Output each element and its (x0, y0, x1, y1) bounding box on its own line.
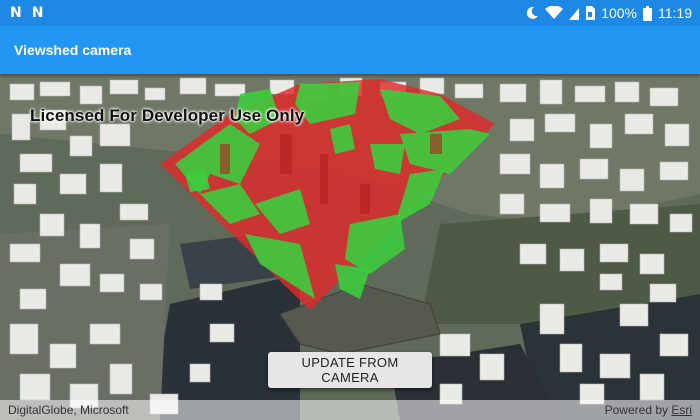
sim-icon (585, 6, 596, 20)
clock: 11:19 (658, 5, 692, 21)
cell-signal-icon (569, 6, 580, 20)
attribution-text: DigitalGlobe, Microsoft (8, 403, 129, 417)
update-from-camera-button[interactable]: UPDATE FROM CAMERA (268, 352, 432, 388)
license-watermark: Licensed For Developer Use Only (30, 106, 305, 125)
app-bar: Viewshed camera (0, 26, 700, 74)
notification-icons: N N (0, 5, 43, 21)
esri-link[interactable]: Esri (671, 403, 692, 417)
battery-icon (643, 5, 652, 21)
powered-by-prefix: Powered by (604, 403, 672, 417)
notification-n-icon: N (31, 5, 44, 21)
attribution-bar: DigitalGlobe, Microsoft Powered by Esri (0, 400, 700, 420)
system-icons: 100% 11:19 (525, 5, 700, 21)
status-bar: N N 100% 11:19 (0, 0, 700, 26)
page-title: Viewshed camera (14, 42, 132, 58)
scene-view[interactable]: Licensed For Developer Use Only UPDATE F… (0, 74, 700, 420)
notification-n-icon: N (10, 5, 22, 21)
powered-by: Powered by Esri (605, 403, 692, 417)
moon-icon (525, 6, 539, 20)
battery-percent: 100% (601, 5, 637, 21)
wifi-icon (545, 6, 564, 20)
